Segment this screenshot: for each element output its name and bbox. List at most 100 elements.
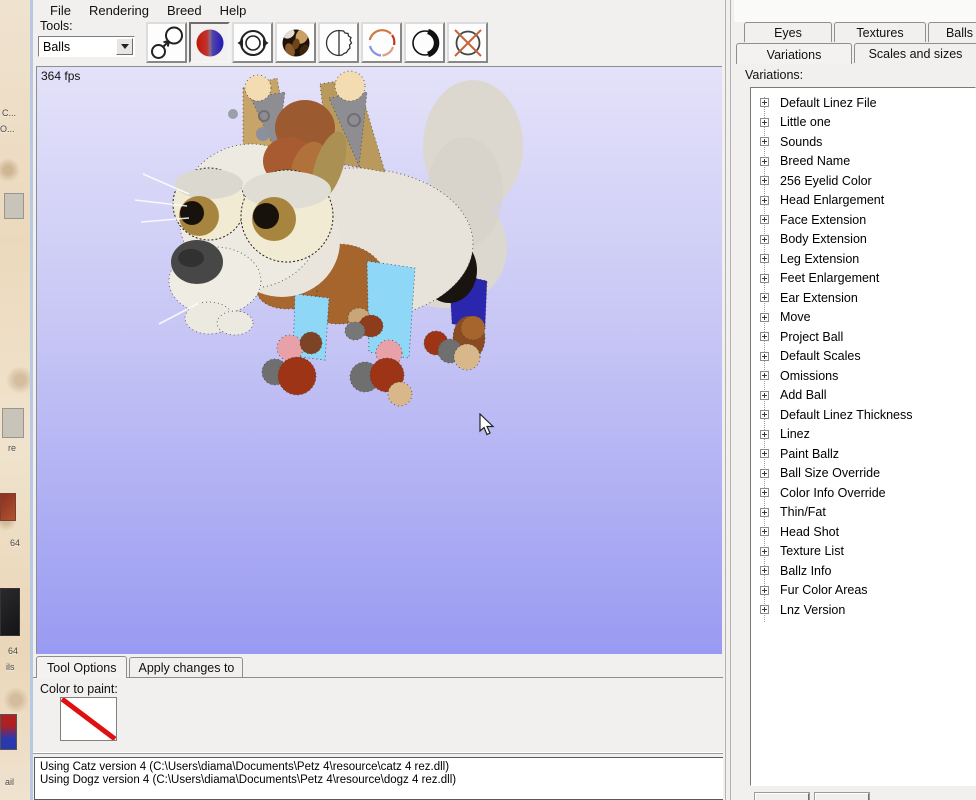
cutoff-button-2[interactable] xyxy=(815,793,869,800)
tree-item-label[interactable]: Fur Color Areas xyxy=(769,583,868,597)
resize-ball-tool-button[interactable] xyxy=(232,22,273,63)
tree-item[interactable]: Head Shot xyxy=(751,522,975,542)
tree-item[interactable]: Omissions xyxy=(751,366,975,386)
tree-item-label[interactable]: Head Shot xyxy=(769,525,839,539)
tree-item[interactable]: 256 Eyelid Color xyxy=(751,171,975,191)
expand-plus-icon[interactable] xyxy=(760,254,769,263)
tree-item[interactable]: Ball Size Override xyxy=(751,464,975,484)
tree-item-label[interactable]: Ball Size Override xyxy=(769,466,880,480)
menu-breed[interactable]: Breed xyxy=(158,2,211,19)
tree-item[interactable]: Thin/Fat xyxy=(751,503,975,523)
tree-item-label[interactable]: Ballz Info xyxy=(769,564,831,578)
tree-item-label[interactable]: Omissions xyxy=(769,369,838,383)
expand-plus-icon[interactable] xyxy=(760,137,769,146)
paint-color-tool-button[interactable] xyxy=(189,22,230,63)
expand-plus-icon[interactable] xyxy=(760,196,769,205)
tree-item-label[interactable]: Texture List xyxy=(769,544,844,558)
expand-plus-icon[interactable] xyxy=(760,410,769,419)
tree-item-label[interactable]: Ear Extension xyxy=(769,291,858,305)
tree-item-label[interactable]: Default Scales xyxy=(769,349,861,363)
tab-scales-and-sizes[interactable]: Scales and sizes xyxy=(854,43,976,63)
tool-mode-dropdown[interactable]: Balls xyxy=(38,36,135,57)
tree-item[interactable]: Paint Ballz xyxy=(751,444,975,464)
tree-item-label[interactable]: Leg Extension xyxy=(769,252,859,266)
tree-item-label[interactable]: 256 Eyelid Color xyxy=(769,174,872,188)
expand-plus-icon[interactable] xyxy=(760,371,769,380)
outline-color-tool-button[interactable] xyxy=(361,22,402,63)
expand-plus-icon[interactable] xyxy=(760,469,769,478)
texture-ball-tool-button[interactable] xyxy=(275,22,316,63)
expand-plus-icon[interactable] xyxy=(760,215,769,224)
tree-item[interactable]: Color Info Override xyxy=(751,483,975,503)
delete-ball-tool-button[interactable] xyxy=(447,22,488,63)
expand-plus-icon[interactable] xyxy=(760,98,769,107)
pet-preview-canvas[interactable]: 364 fps xyxy=(36,66,722,654)
expand-plus-icon[interactable] xyxy=(760,527,769,536)
tree-item[interactable]: Ear Extension xyxy=(751,288,975,308)
expand-plus-icon[interactable] xyxy=(760,605,769,614)
tree-item[interactable]: Head Enlargement xyxy=(751,191,975,211)
tree-item-label[interactable]: Breed Name xyxy=(769,154,850,168)
expand-plus-icon[interactable] xyxy=(760,547,769,556)
expand-plus-icon[interactable] xyxy=(760,488,769,497)
tab-variations[interactable]: Variations xyxy=(736,43,852,64)
expand-plus-icon[interactable] xyxy=(760,566,769,575)
tree-item-label[interactable]: Face Extension xyxy=(769,213,866,227)
cutoff-button-1[interactable] xyxy=(755,793,809,800)
tree-item[interactable]: Face Extension xyxy=(751,210,975,230)
tree-item[interactable]: Texture List xyxy=(751,542,975,562)
expand-plus-icon[interactable] xyxy=(760,313,769,322)
tree-item-label[interactable]: Head Enlargement xyxy=(769,193,884,207)
tree-item-label[interactable]: Add Ball xyxy=(769,388,827,402)
tree-item-label[interactable]: Lnz Version xyxy=(769,603,845,617)
expand-plus-icon[interactable] xyxy=(760,235,769,244)
panel-splitter[interactable] xyxy=(723,0,734,800)
tree-item-label[interactable]: Little one xyxy=(769,115,831,129)
tree-item-label[interactable]: Thin/Fat xyxy=(769,505,826,519)
expand-plus-icon[interactable] xyxy=(760,176,769,185)
expand-plus-icon[interactable] xyxy=(760,293,769,302)
tab-eyes[interactable]: Eyes xyxy=(744,22,832,42)
menu-file[interactable]: File xyxy=(41,2,80,19)
tree-item[interactable]: Linez xyxy=(751,425,975,445)
expand-plus-icon[interactable] xyxy=(760,391,769,400)
tree-item[interactable]: Feet Enlargement xyxy=(751,269,975,289)
expand-plus-icon[interactable] xyxy=(760,157,769,166)
tab-apply-changes-to[interactable]: Apply changes to xyxy=(129,657,243,677)
expand-plus-icon[interactable] xyxy=(760,508,769,517)
tree-item[interactable]: Sounds xyxy=(751,132,975,152)
tree-item-label[interactable]: Paint Ballz xyxy=(769,447,839,461)
tree-item-label[interactable]: Body Extension xyxy=(769,232,867,246)
tree-item[interactable]: Body Extension xyxy=(751,230,975,250)
tree-item[interactable]: Little one xyxy=(751,113,975,133)
tab-tool-options[interactable]: Tool Options xyxy=(36,656,127,678)
expand-plus-icon[interactable] xyxy=(760,449,769,458)
tree-item-label[interactable]: Linez xyxy=(769,427,810,441)
outline-thickness-tool-button[interactable] xyxy=(404,22,445,63)
tree-item-label[interactable]: Sounds xyxy=(769,135,822,149)
tree-item[interactable]: Default Scales xyxy=(751,347,975,367)
tab-textures[interactable]: Textures xyxy=(834,22,926,42)
tree-item[interactable]: Move xyxy=(751,308,975,328)
expand-plus-icon[interactable] xyxy=(760,118,769,127)
tree-item[interactable]: Lnz Version xyxy=(751,600,975,620)
expand-plus-icon[interactable] xyxy=(760,586,769,595)
status-log[interactable]: Using Catz version 4 (C:\Users\diama\Doc… xyxy=(34,757,733,800)
tree-item-label[interactable]: Color Info Override xyxy=(769,486,886,500)
tree-item-label[interactable]: Default Linez Thickness xyxy=(769,408,912,422)
fuzz-ball-tool-button[interactable] xyxy=(318,22,359,63)
expand-plus-icon[interactable] xyxy=(760,274,769,283)
tree-item[interactable]: Add Ball xyxy=(751,386,975,406)
tree-item[interactable]: Project Ball xyxy=(751,327,975,347)
tree-item-label[interactable]: Default Linez File xyxy=(769,96,877,110)
tree-item[interactable]: Default Linez File xyxy=(751,93,975,113)
menu-help[interactable]: Help xyxy=(211,2,256,19)
tree-item[interactable]: Breed Name xyxy=(751,152,975,172)
tab-balls[interactable]: Balls xyxy=(928,22,976,42)
menu-rendering[interactable]: Rendering xyxy=(80,2,158,19)
tree-item[interactable]: Ballz Info xyxy=(751,561,975,581)
tree-item[interactable]: Leg Extension xyxy=(751,249,975,269)
expand-plus-icon[interactable] xyxy=(760,430,769,439)
tree-item[interactable]: Fur Color Areas xyxy=(751,581,975,601)
expand-plus-icon[interactable] xyxy=(760,352,769,361)
